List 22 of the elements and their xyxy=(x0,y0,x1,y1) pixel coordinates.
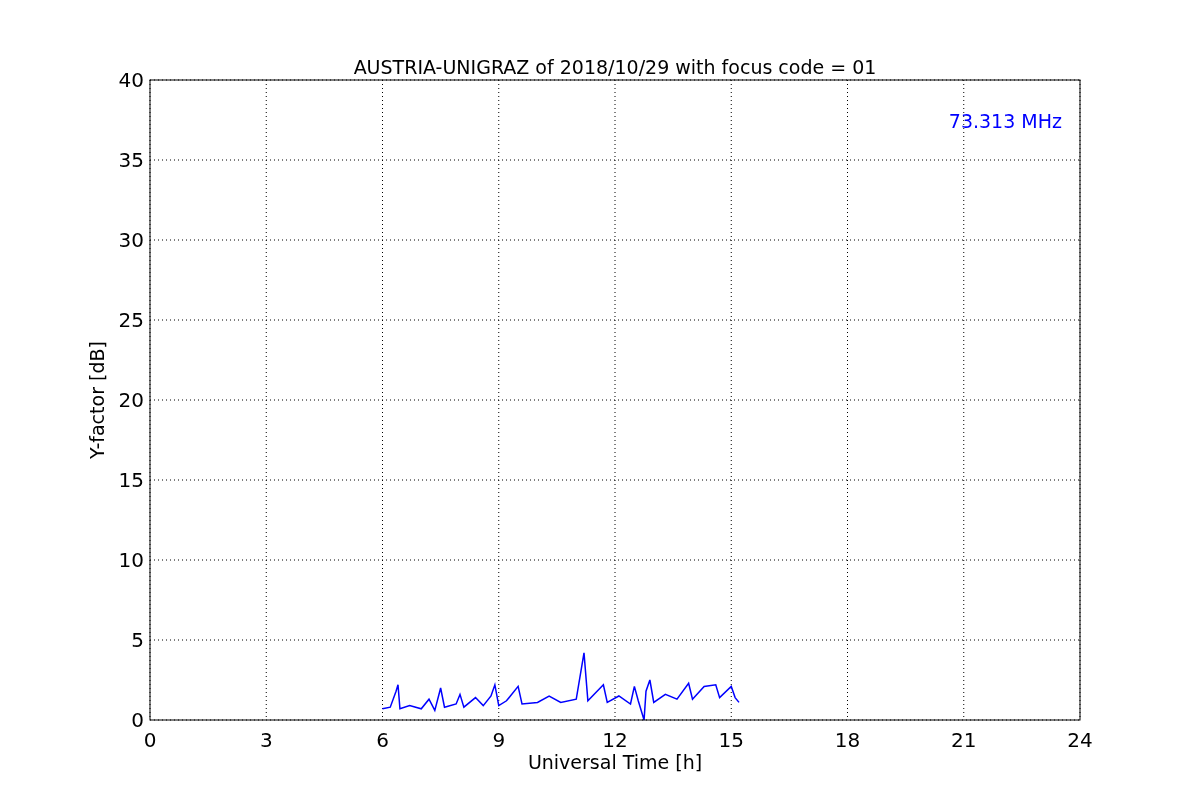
tick-label: 15 xyxy=(118,468,144,492)
tick-label: 3 xyxy=(259,728,273,752)
axis-label: Y-factor [dB] xyxy=(86,341,108,459)
tick-label: 0 xyxy=(143,728,157,752)
tick-label: 9 xyxy=(492,728,506,752)
tick-label: 5 xyxy=(131,628,144,652)
tick-label: 6 xyxy=(376,728,389,752)
tick-label: 40 xyxy=(118,68,144,92)
tick-label: 12 xyxy=(602,728,628,752)
axis-label: Universal Time [h] xyxy=(527,751,703,773)
tick-label: 15 xyxy=(718,728,744,752)
tick-label: 30 xyxy=(118,228,144,252)
tick-label: 25 xyxy=(118,308,144,332)
tick-label: 10 xyxy=(118,548,144,572)
series-label: 73.313 MHz xyxy=(948,110,1062,132)
tick-label: 24 xyxy=(1067,728,1093,752)
tick-label: 0 xyxy=(131,708,144,732)
tick-label: 20 xyxy=(118,388,144,412)
tick-label: 35 xyxy=(118,148,144,172)
tick-label: 18 xyxy=(834,728,861,752)
chart-title: AUSTRIA-UNIGRAZ of 2018/10/29 with focus code = 01 xyxy=(353,56,877,78)
tick-label: 21 xyxy=(951,728,977,752)
